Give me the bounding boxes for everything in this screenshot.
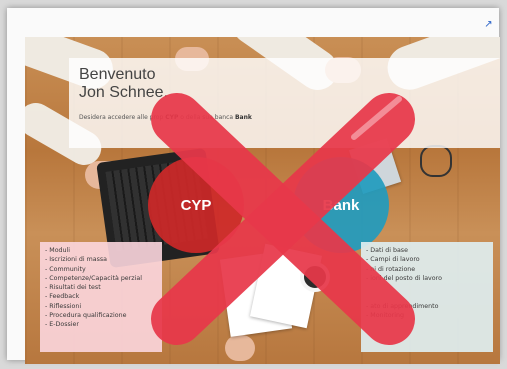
subtitle-bank: Bank: [234, 114, 252, 121]
cyp-menu-panel: - Moduli - Iscrizioni di massa - Community…: [40, 242, 162, 352]
menu-item[interactable]: - ato di apprendimento: [366, 302, 488, 311]
menu-item[interactable]: - Feedback: [45, 292, 157, 301]
menu-item[interactable]: [366, 292, 488, 301]
top-bar: ↗: [7, 8, 499, 30]
welcome-subtitle: Desidera accedere alle prop CYP o della …: [79, 114, 499, 121]
glasses-shape: [420, 145, 452, 177]
cyp-button[interactable]: CYP: [148, 157, 244, 253]
menu-item[interactable]: - Monitoring: [366, 311, 488, 320]
subtitle-middle: o della sua banca: [178, 114, 235, 121]
subtitle-cyp: CYP: [165, 114, 179, 121]
menu-item[interactable]: - E-Dossier: [45, 320, 157, 329]
menu-item[interactable]: - ni di rotazione: [366, 265, 488, 274]
subtitle-prefix: Desidera accedere alle prop: [79, 114, 164, 121]
background-photo: Benvenuto Jon Schnee. Desidera accedere …: [25, 37, 500, 364]
menu-item[interactable]: - Procedura qualificazione: [45, 311, 157, 320]
welcome-panel: Benvenuto Jon Schnee. Desidera accedere …: [69, 58, 500, 148]
coffee-cup-shape: [300, 262, 330, 292]
welcome-line-1: Benvenuto: [79, 66, 156, 83]
external-link-icon[interactable]: ↗: [484, 20, 493, 30]
menu-item[interactable]: - Risultati dei test: [45, 283, 157, 292]
bank-button[interactable]: Bank: [293, 157, 389, 253]
menu-item[interactable]: - Moduli: [45, 246, 157, 255]
menu-item[interactable]: - Competenze/Capacità perzial: [45, 274, 157, 283]
menu-item[interactable]: - Campi di lavoro: [366, 255, 488, 264]
menu-item[interactable]: [366, 283, 488, 292]
menu-item[interactable]: - Iscrizioni di massa: [45, 255, 157, 264]
hand-shape: [225, 335, 255, 361]
welcome-title: Benvenuto Jon Schnee.: [79, 66, 168, 102]
menu-item[interactable]: - Dati di base: [366, 246, 488, 255]
menu-item[interactable]: - Riflessioni: [45, 302, 157, 311]
welcome-line-2: Jon Schnee.: [79, 84, 168, 101]
bank-menu-panel: - Dati di base - Campi di lavoro - ni di r…: [361, 242, 493, 352]
window-frame: ↗ Benvenuto Jon Schnee. Desidera acceder…: [7, 8, 500, 364]
menu-item[interactable]: - ioni del posto di lavoro: [366, 274, 488, 283]
menu-item[interactable]: - Community: [45, 265, 157, 274]
